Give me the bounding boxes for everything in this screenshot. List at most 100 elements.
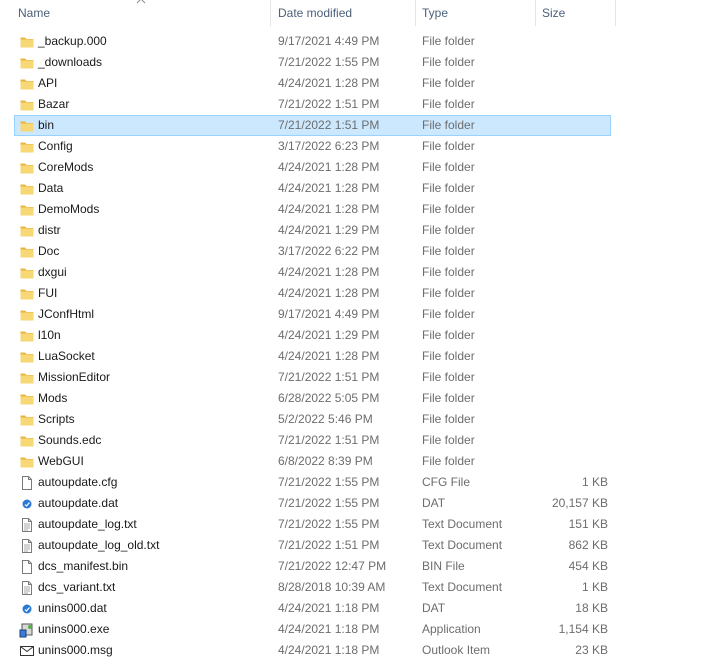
file-row-selected[interactable]: bin 7/21/2022 1:51 PM File folder (14, 115, 611, 136)
file-date-modified: 4/24/2021 1:28 PM (278, 265, 380, 279)
file-icon (19, 475, 35, 491)
file-row[interactable]: LuaSocket 4/24/2021 1:28 PM File folder (14, 346, 611, 367)
file-date-modified: 4/24/2021 1:28 PM (278, 181, 380, 195)
file-row[interactable]: Scripts 5/2/2022 5:46 PM File folder (14, 409, 611, 430)
text-file-icon (19, 538, 35, 554)
file-row[interactable]: WebGUI 6/8/2022 8:39 PM File folder (14, 451, 611, 472)
file-name: Data (38, 181, 64, 195)
file-date-modified: 7/21/2022 1:51 PM (278, 118, 380, 132)
folder-icon (19, 265, 35, 281)
file-type: File folder (422, 370, 475, 384)
file-type: DAT (422, 601, 446, 615)
file-row[interactable]: Data 4/24/2021 1:28 PM File folder (14, 178, 611, 199)
installer-app-icon (19, 622, 35, 638)
file-size: 151 KB (568, 517, 608, 531)
file-row[interactable]: Sounds.edc 7/21/2022 1:51 PM File folder (14, 430, 611, 451)
file-row[interactable]: Config 3/17/2022 6:23 PM File folder (14, 136, 611, 157)
file-type: CFG File (422, 475, 470, 489)
file-row[interactable]: DemoMods 4/24/2021 1:28 PM File folder (14, 199, 611, 220)
file-row[interactable]: dxgui 4/24/2021 1:28 PM File folder (14, 262, 611, 283)
file-name: dcs_variant.txt (38, 580, 116, 594)
file-date-modified: 4/24/2021 1:29 PM (278, 223, 380, 237)
file-row[interactable]: dcs_variant.txt 8/28/2018 10:39 AM Text Do… (14, 577, 611, 598)
file-row[interactable]: unins000.msg 4/24/2021 1:18 PM Outlook Ite… (14, 640, 611, 661)
folder-icon (19, 370, 35, 386)
file-type: File folder (422, 55, 475, 69)
file-date-modified: 6/8/2022 8:39 PM (278, 454, 373, 468)
file-name: unins000.dat (38, 601, 107, 615)
file-row[interactable]: distr 4/24/2021 1:29 PM File folder (14, 220, 611, 241)
file-date-modified: 7/21/2022 1:51 PM (278, 97, 380, 111)
file-row[interactable]: Doc 3/17/2022 6:22 PM File folder (14, 241, 611, 262)
file-date-modified: 7/21/2022 1:51 PM (278, 433, 380, 447)
file-size (542, 200, 608, 219)
column-header-size-label: Size (542, 6, 566, 20)
file-type: Text Document (422, 580, 503, 594)
folder-icon (19, 454, 35, 470)
file-row[interactable]: Bazar 7/21/2022 1:51 PM File folder (14, 94, 611, 115)
file-size: 1 KB (581, 475, 608, 489)
file-name: dcs_manifest.bin (38, 559, 129, 573)
file-size (542, 326, 608, 345)
file-size (542, 305, 608, 324)
file-row[interactable]: l10n 4/24/2021 1:29 PM File folder (14, 325, 611, 346)
file-row[interactable]: MissionEditor 7/21/2022 1:51 PM File folde… (14, 367, 611, 388)
file-row[interactable]: FUI 4/24/2021 1:28 PM File folder (14, 283, 611, 304)
file-row[interactable]: _downloads 7/21/2022 1:55 PM File folder (14, 52, 611, 73)
file-size (542, 158, 608, 177)
column-header-date-label: Date modified (278, 6, 353, 20)
file-row[interactable]: autoupdate.dat 7/21/2022 1:55 PM DAT 20,157… (14, 493, 611, 514)
file-date-modified: 7/21/2022 1:51 PM (278, 538, 380, 552)
file-date-modified: 7/21/2022 1:55 PM (278, 475, 380, 489)
file-row[interactable]: unins000.dat 4/24/2021 1:18 PM DAT 18 KB (14, 598, 611, 619)
file-row[interactable]: unins000.exe 4/24/2021 1:18 PM Application… (14, 619, 611, 640)
folder-icon (19, 223, 35, 239)
file-name: LuaSocket (38, 349, 95, 363)
folder-icon (19, 391, 35, 407)
file-size (542, 242, 608, 261)
file-row[interactable]: autoupdate.cfg 7/21/2022 1:55 PM CFG File 1… (14, 472, 611, 493)
file-size (542, 116, 608, 135)
file-name: Doc (38, 244, 60, 258)
file-name: l10n (38, 328, 61, 342)
file-type: BIN File (422, 559, 465, 573)
file-name: dxgui (38, 265, 67, 279)
file-name: autoupdate_log_old.txt (38, 538, 160, 552)
folder-icon (19, 55, 35, 71)
file-type: File folder (422, 433, 475, 447)
file-row[interactable]: dcs_manifest.bin 7/21/2022 12:47 PM BIN Fi… (14, 556, 611, 577)
file-type: File folder (422, 181, 475, 195)
file-type: File folder (422, 454, 475, 468)
file-row[interactable]: _backup.000 9/17/2021 4:49 PM File folder (14, 31, 611, 52)
folder-icon (19, 433, 35, 449)
file-row[interactable]: API 4/24/2021 1:28 PM File folder (14, 73, 611, 94)
file-name: unins000.exe (38, 622, 110, 636)
file-size (542, 137, 608, 156)
file-name: bin (38, 118, 55, 132)
file-size: 862 KB (568, 538, 608, 552)
column-header-date[interactable]: Date modified (271, 0, 416, 26)
file-size (542, 95, 608, 114)
column-header-name[interactable]: Name (0, 0, 271, 26)
column-header-type[interactable]: Type (416, 0, 536, 26)
folder-icon (19, 181, 35, 197)
dat-icon (19, 496, 35, 512)
column-header-type-label: Type (422, 6, 449, 20)
file-size (542, 410, 608, 429)
file-date-modified: 4/24/2021 1:28 PM (278, 202, 380, 216)
column-header-size[interactable]: Size (536, 0, 616, 26)
file-row[interactable]: autoupdate_log_old.txt 7/21/2022 1:51 PM T… (14, 535, 611, 556)
file-row[interactable]: autoupdate_log.txt 7/21/2022 1:55 PM Text … (14, 514, 611, 535)
folder-icon (19, 349, 35, 365)
file-row[interactable]: JConfHtml 9/17/2021 4:49 PM File folder (14, 304, 611, 325)
folder-icon (19, 139, 35, 155)
file-name: Config (38, 139, 73, 153)
file-type: File folder (422, 412, 475, 426)
file-date-modified: 4/24/2021 1:28 PM (278, 160, 380, 174)
file-row[interactable]: Mods 6/28/2022 5:05 PM File folder (14, 388, 611, 409)
file-row[interactable]: CoreMods 4/24/2021 1:28 PM File folder (14, 157, 611, 178)
file-size: 454 KB (568, 559, 608, 573)
file-type: File folder (422, 223, 475, 237)
file-name: CoreMods (38, 160, 94, 174)
file-name: MissionEditor (38, 370, 111, 384)
